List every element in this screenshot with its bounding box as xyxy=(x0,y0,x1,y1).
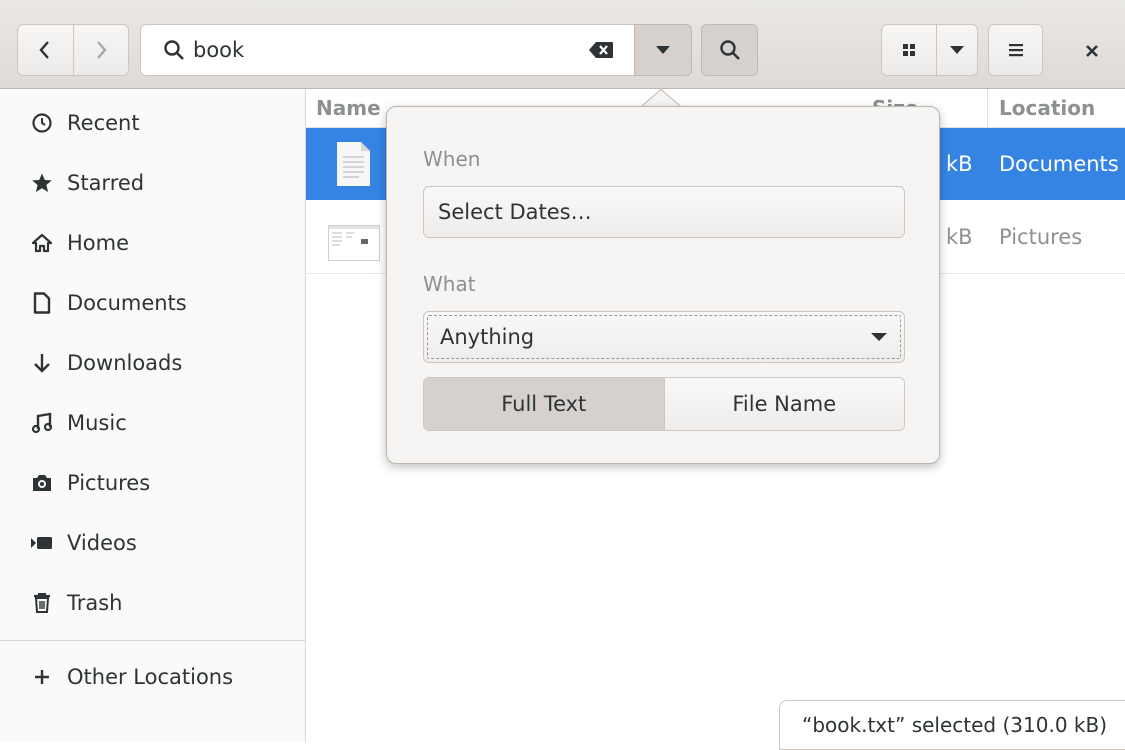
sidebar-item-label: Documents xyxy=(67,291,187,315)
sidebar: Recent Starred Home Documents Downloads … xyxy=(0,89,306,742)
search-options-button[interactable] xyxy=(634,24,692,76)
search-toggle-button[interactable] xyxy=(701,24,758,76)
file-name-toggle[interactable]: File Name xyxy=(664,378,904,430)
sidebar-item-documents[interactable]: Documents xyxy=(0,273,305,333)
header-bar: book xyxy=(0,0,1125,89)
column-divider xyxy=(987,89,988,127)
view-options-button[interactable] xyxy=(936,24,978,76)
select-dates-button[interactable]: Select Dates… xyxy=(423,186,905,238)
camera-icon xyxy=(29,471,55,495)
sidebar-item-label: Videos xyxy=(67,531,137,555)
text-file-icon xyxy=(333,141,373,191)
download-icon xyxy=(29,351,55,375)
chevron-down-icon xyxy=(656,46,670,54)
document-icon xyxy=(29,291,55,315)
sidebar-item-home[interactable]: Home xyxy=(0,213,305,273)
what-dropdown[interactable]: Anything xyxy=(423,311,905,363)
search-scope-toggle: Full Text File Name xyxy=(423,377,905,431)
sidebar-item-label: Pictures xyxy=(67,471,151,495)
file-location: Documents xyxy=(999,152,1119,176)
trash-icon xyxy=(29,591,55,615)
what-selected-value: Anything xyxy=(440,325,535,349)
file-size: kB xyxy=(946,225,973,249)
view-mode-button[interactable] xyxy=(881,24,937,76)
close-icon xyxy=(1086,45,1098,57)
select-dates-label: Select Dates… xyxy=(438,200,592,224)
sidebar-item-downloads[interactable]: Downloads xyxy=(0,333,305,393)
sidebar-item-label: Starred xyxy=(67,171,145,195)
file-size: kB xyxy=(946,152,973,176)
main-menu-button[interactable] xyxy=(988,24,1043,76)
column-header-name[interactable]: Name xyxy=(316,89,381,127)
column-header-location[interactable]: Location xyxy=(999,89,1095,127)
forward-button[interactable] xyxy=(74,25,129,75)
sidebar-item-label: Downloads xyxy=(67,351,183,375)
sidebar-item-other-locations[interactable]: Other Locations xyxy=(0,647,305,707)
search-text[interactable]: book xyxy=(193,38,588,62)
navigation-buttons xyxy=(17,24,129,76)
search-icon xyxy=(164,40,184,60)
sidebar-item-recent[interactable]: Recent xyxy=(0,93,305,153)
clock-icon xyxy=(29,111,55,135)
close-button[interactable] xyxy=(1070,32,1114,70)
plus-icon xyxy=(29,665,55,689)
sidebar-item-label: Home xyxy=(67,231,130,255)
sidebar-item-pictures[interactable]: Pictures xyxy=(0,453,305,513)
sidebar-item-label: Other Locations xyxy=(67,665,234,689)
sidebar-item-label: Trash xyxy=(67,591,123,615)
sidebar-item-label: Recent xyxy=(67,111,140,135)
what-label: What xyxy=(423,272,476,296)
grid-view-icon xyxy=(903,44,915,56)
video-icon xyxy=(29,531,55,555)
full-text-toggle[interactable]: Full Text xyxy=(424,378,665,430)
search-icon xyxy=(719,40,740,60)
star-icon xyxy=(29,171,55,195)
back-button[interactable] xyxy=(18,25,74,75)
clear-text-icon[interactable] xyxy=(588,41,614,59)
chevron-left-icon xyxy=(39,41,50,59)
chevron-down-icon xyxy=(950,46,964,54)
sidebar-item-music[interactable]: Music xyxy=(0,393,305,453)
chevron-down-icon xyxy=(871,333,887,341)
search-input[interactable]: book xyxy=(140,24,636,76)
sidebar-item-videos[interactable]: Videos xyxy=(0,513,305,573)
image-thumbnail-icon xyxy=(328,225,380,265)
sidebar-item-label: Music xyxy=(67,411,127,435)
status-bar: “book.txt” selected (310.0 kB) xyxy=(779,700,1125,750)
chevron-right-icon xyxy=(96,41,107,59)
search-options-popover: When Select Dates… What Anything Full Te… xyxy=(386,106,940,464)
sidebar-item-trash[interactable]: Trash xyxy=(0,573,305,633)
hamburger-menu-icon xyxy=(1008,44,1023,57)
sidebar-divider xyxy=(0,640,305,641)
music-icon xyxy=(29,411,55,435)
sidebar-item-starred[interactable]: Starred xyxy=(0,153,305,213)
home-icon xyxy=(29,231,55,255)
file-location: Pictures xyxy=(999,225,1083,249)
when-label: When xyxy=(423,147,481,171)
